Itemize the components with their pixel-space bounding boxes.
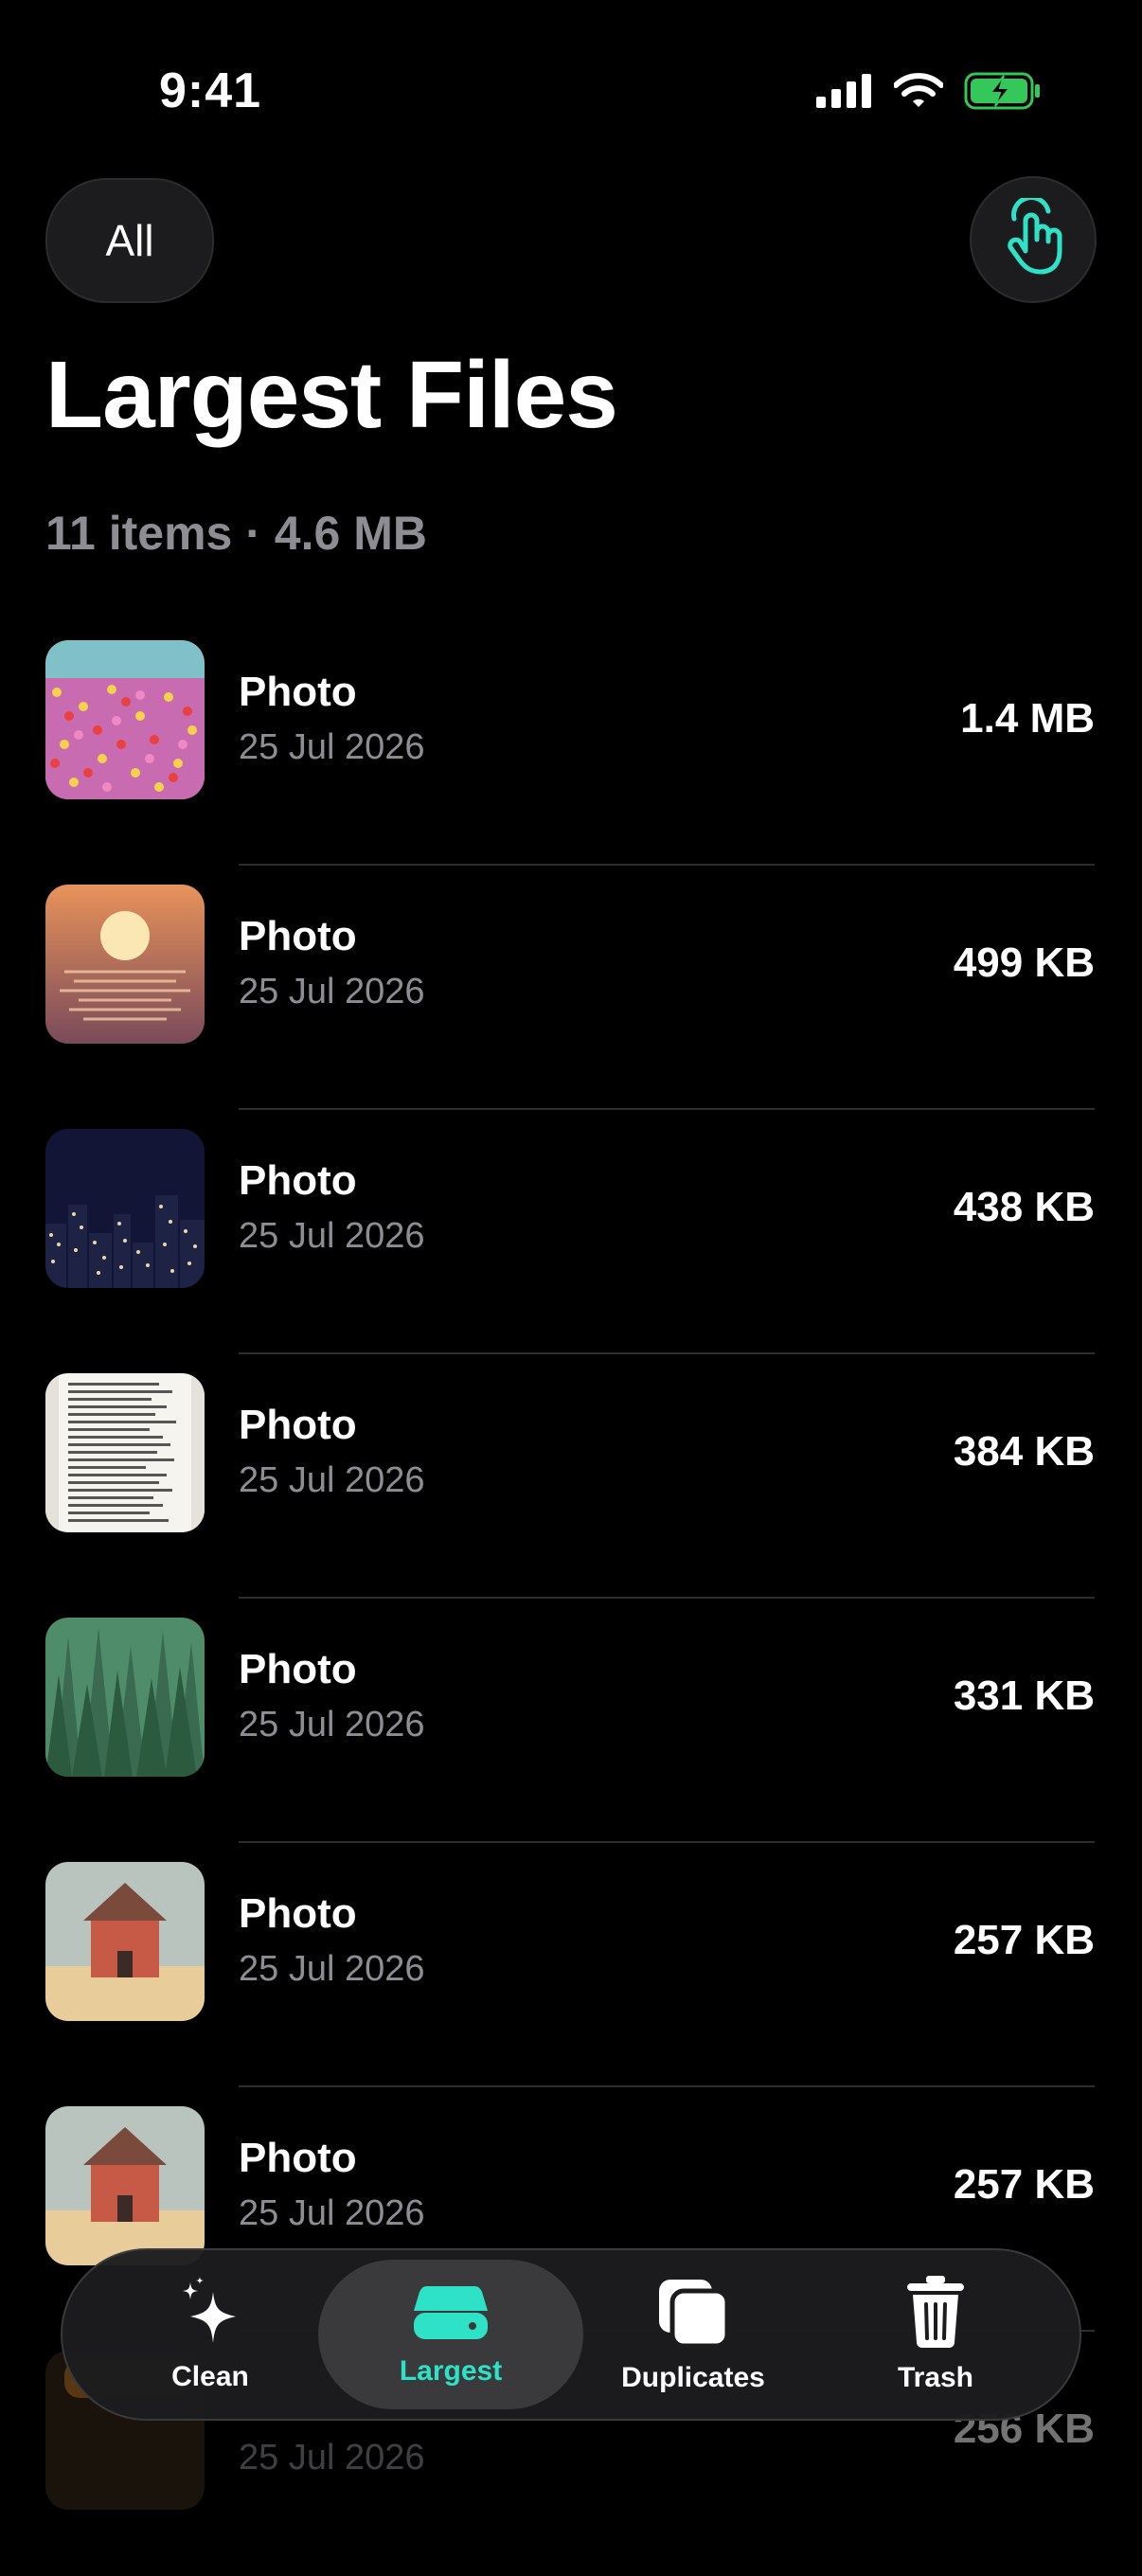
photo-thumbnail-forest [45,1618,205,1777]
file-date: 25 Jul 2026 [239,972,425,1011]
file-row[interactable]: Photo 25 Jul 2026 257 KB [0,1843,1142,2087]
trash-icon [905,2275,966,2352]
tab-duplicates[interactable]: Duplicates [561,2260,826,2409]
file-date: 25 Jul 2026 [239,1705,425,1744]
file-name: Photo [239,1890,357,1937]
file-size: 384 KB [953,1428,1095,1475]
items-summary: 11 items · 4.6 MB [45,507,427,560]
file-row[interactable]: Photo 25 Jul 2026 384 KB [0,1354,1142,1599]
photo-thumbnail-sunset [45,885,205,1044]
file-size: 499 KB [953,939,1095,986]
duplicate-icon [655,2276,731,2352]
file-row[interactable]: Photo 25 Jul 2026 1.4 MB [0,621,1142,866]
file-name: Photo [239,669,357,715]
tab-label: Trash [897,2361,974,2393]
file-size: 257 KB [953,2161,1095,2208]
tab-clean[interactable]: Clean [78,2260,343,2409]
tab-bar: Clean Largest Duplicates Trash [61,2248,1081,2421]
file-row[interactable]: Photo 25 Jul 2026 331 KB [0,1599,1142,1843]
photo-thumbnail-flowers [45,640,205,799]
photo-thumbnail-document [45,1373,205,1532]
hand-tap-icon [993,194,1073,282]
tab-label: Duplicates [621,2361,765,2393]
photo-thumbnail-house [45,1862,205,2021]
status-bar: 9:41 [0,0,1142,170]
photo-thumbnail-house [45,2106,205,2265]
file-name: Photo [239,1402,357,1448]
tab-largest[interactable]: Largest [318,2260,583,2409]
file-size: 257 KB [953,1917,1095,1963]
file-name: Photo [239,1646,357,1692]
file-name: Photo [239,1157,357,1204]
tab-label: Largest [399,2354,503,2387]
battery-charging-icon [964,72,1042,115]
drive-icon [412,2282,490,2346]
file-row[interactable]: Photo 25 Jul 2026 438 KB [0,1110,1142,1354]
select-mode-button[interactable] [970,176,1097,303]
cellular-signal-icon [816,74,873,113]
tab-label: Clean [171,2360,249,2392]
wifi-icon [893,73,944,114]
file-date: 25 Jul 2026 [239,2193,425,2233]
file-row[interactable]: Photo 25 Jul 2026 499 KB [0,866,1142,1110]
file-date: 25 Jul 2026 [239,2438,425,2478]
photo-thumbnail-city-night [45,1129,205,1288]
file-size: 438 KB [953,1184,1095,1230]
page-title: Largest Files [45,342,618,448]
file-name: Photo [239,2135,357,2181]
file-size: 331 KB [953,1673,1095,1719]
file-date: 25 Jul 2026 [239,1949,425,1989]
status-icons [816,72,1042,115]
status-time: 9:41 [159,63,262,118]
file-date: 25 Jul 2026 [239,1460,425,1500]
sparkles-icon [177,2276,243,2352]
file-date: 25 Jul 2026 [239,727,425,767]
file-date: 25 Jul 2026 [239,1216,425,1256]
file-name: Photo [239,913,357,959]
filter-all-button[interactable]: All [45,178,214,303]
tab-trash[interactable]: Trash [803,2260,1068,2409]
file-size: 1.4 MB [960,695,1095,742]
